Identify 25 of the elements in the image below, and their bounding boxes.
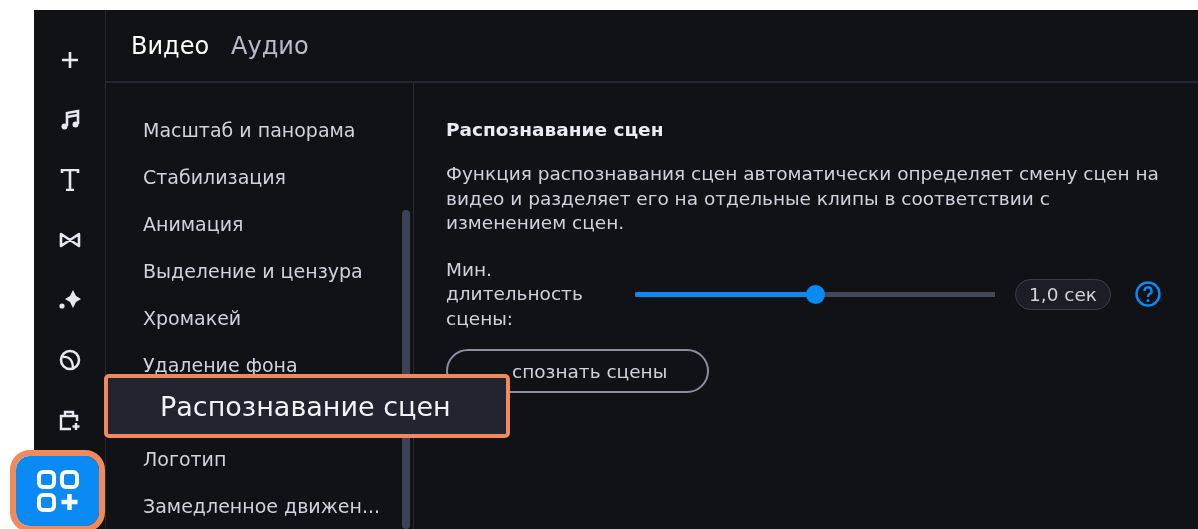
tool-item[interactable]: Масштаб и панорама: [143, 119, 356, 140]
tool-item[interactable]: Выделение и цензура: [143, 260, 363, 281]
tab[interactable]: Видео: [131, 31, 210, 60]
bag-plus-icon: [57, 408, 82, 432]
grid-plus-icon: [35, 469, 80, 513]
description-text: Функция распознавания сцен автоматически определяет смену сцен на видео и разделяет его на отдельные клипы в соответствии с изменением сцен.: [446, 162, 1160, 235]
sparkle-icon: [57, 289, 82, 311]
tool-item[interactable]: Удаление фона: [143, 354, 298, 375]
text-icon: [59, 169, 80, 191]
scene-detection-menu[interactable]: Распознавание сцен: [104, 374, 510, 438]
tool-item[interactable]: Анимация: [143, 213, 244, 234]
bowtie-icon: [57, 232, 82, 248]
tool-item[interactable]: Логотип: [143, 448, 227, 469]
help-icon[interactable]: [1135, 281, 1162, 308]
tool-item[interactable]: Хромакей: [143, 307, 242, 328]
section-heading: Распознавание сцен: [446, 119, 665, 140]
music-note-icon: [59, 109, 80, 131]
tool-item[interactable]: Замедленное движен...: [143, 495, 381, 516]
tool-item[interactable]: Стабилизация: [143, 166, 286, 187]
setting-label: Мин. длительность сцены:: [446, 257, 584, 331]
slider-thumb[interactable]: [806, 284, 825, 304]
plus-icon: [60, 51, 79, 69]
tab[interactable]: Аудио: [231, 31, 309, 60]
value-field[interactable]: 1,0 сек: [1015, 278, 1112, 310]
sticker-icon: [58, 349, 81, 371]
